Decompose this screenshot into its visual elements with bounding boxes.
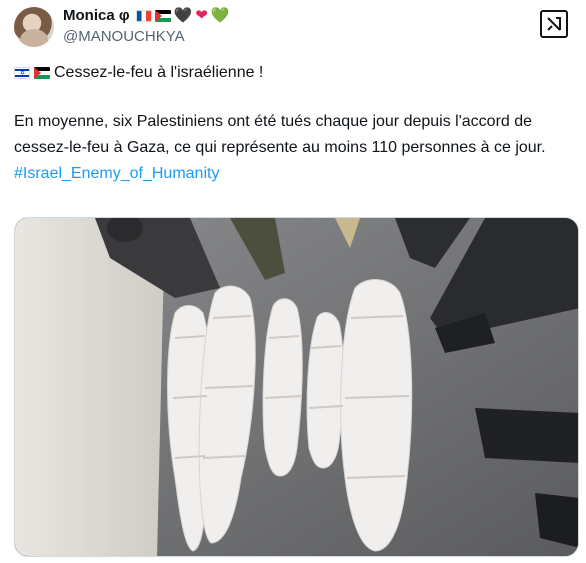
grok-icon[interactable]	[540, 10, 568, 38]
post-photo	[15, 218, 578, 556]
author-name[interactable]: Monica φ	[63, 7, 130, 24]
author-emoji-row: 🖤 ❤ 💚	[135, 7, 230, 24]
headline-row: ✡ Cessez-le-feu à l'israélienne !	[14, 64, 263, 82]
flag-palestine-icon	[154, 9, 171, 22]
avatar[interactable]	[14, 7, 54, 47]
author-handle[interactable]: @MANOUCHKYA	[63, 28, 185, 45]
post-card[interactable]: Monica φ 🖤 ❤ 💚 @MANOUCHKYA ✡ Cessez-le-f…	[0, 0, 586, 563]
post-image[interactable]	[14, 217, 579, 557]
flag-palestine-icon	[34, 67, 50, 79]
headline-text: Cessez-le-feu à l'israélienne !	[54, 64, 264, 81]
black-heart-icon: 🖤	[173, 7, 193, 24]
hashtag-link[interactable]: #Israel_Enemy_of_Humanity	[14, 161, 579, 187]
red-heart-icon: ❤	[195, 7, 208, 24]
author-row: Monica φ 🖤 ❤ 💚	[63, 7, 230, 24]
green-heart-icon: 💚	[210, 7, 230, 24]
post-body: En moyenne, six Palestiniens ont été tué…	[14, 109, 579, 187]
post-body-text: En moyenne, six Palestiniens ont été tué…	[14, 113, 546, 156]
flag-israel-icon: ✡	[14, 67, 30, 79]
flag-france-icon	[135, 9, 152, 22]
